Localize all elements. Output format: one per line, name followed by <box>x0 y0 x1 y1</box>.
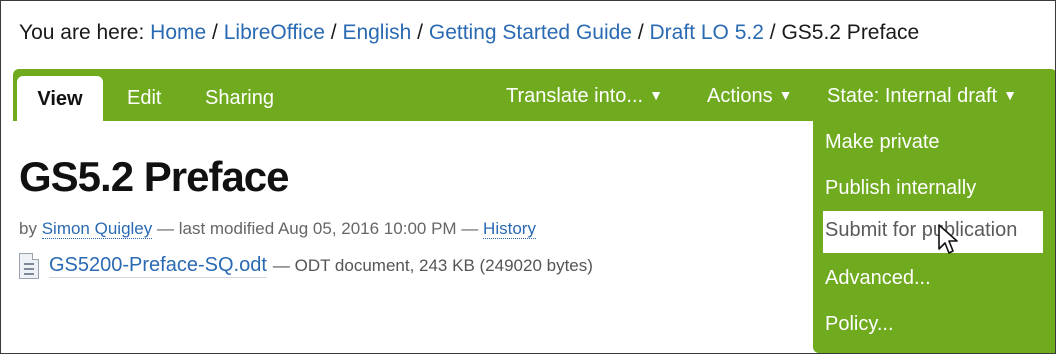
last-modified-text: — last modified Aug 05, 2016 10:00 PM — <box>157 219 479 238</box>
actions-menu-label: Actions <box>707 85 773 107</box>
breadcrumb: You are here: Home / LibreOffice / Engli… <box>19 21 919 45</box>
byline-prefix: by <box>19 219 37 238</box>
breadcrumb-current: GS5.2 Preface <box>781 21 920 44</box>
menu-item-make-private[interactable]: Make private <box>825 131 940 154</box>
translate-menu-label: Translate into... <box>506 85 644 107</box>
state-dropdown: Make private Publish internally Submit f… <box>813 121 1055 353</box>
document-byline: by Simon Quigley — last modified Aug 05,… <box>19 219 536 239</box>
state-menu[interactable]: State: Internal draft ▼ <box>827 85 1017 108</box>
breadcrumb-separator: / <box>417 21 424 44</box>
file-info: — ODT document, 243 KB (249020 bytes) <box>272 256 593 275</box>
author-link[interactable]: Simon Quigley <box>41 219 153 239</box>
breadcrumb-separator: / <box>212 21 218 44</box>
state-menu-label: State: Internal draft <box>827 85 998 107</box>
menu-item-publish-internally[interactable]: Publish internally <box>825 177 976 200</box>
actions-menu[interactable]: Actions ▼ <box>707 85 792 108</box>
chevron-down-icon: ▼ <box>649 87 663 103</box>
page-title: GS5.2 Preface <box>19 153 290 200</box>
breadcrumb-home[interactable]: Home <box>150 21 206 44</box>
breadcrumb-libreoffice[interactable]: LibreOffice <box>224 21 325 44</box>
browser-frame: You are here: Home / LibreOffice / Engli… <box>0 0 1056 354</box>
breadcrumb-separator: / <box>637 21 644 44</box>
mouse-pointer-icon <box>938 224 958 254</box>
breadcrumb-english[interactable]: English <box>342 21 411 44</box>
chevron-down-icon: ▼ <box>778 87 793 103</box>
menu-item-submit-for-publication[interactable]: Submit for publication <box>823 211 1043 253</box>
document-icon <box>19 253 39 279</box>
tab-sharing[interactable]: Sharing <box>205 87 274 110</box>
history-link[interactable]: History <box>483 219 536 239</box>
menu-item-advanced[interactable]: Advanced... <box>825 267 931 290</box>
breadcrumb-separator: / <box>330 21 337 44</box>
file-attachment: GS5200-Preface-SQ.odt — ODT document, 24… <box>19 253 593 279</box>
breadcrumb-separator: / <box>769 21 776 44</box>
breadcrumb-draft-lo[interactable]: Draft LO 5.2 <box>650 21 764 44</box>
translate-menu[interactable]: Translate into... ▼ <box>506 85 663 108</box>
chevron-down-icon: ▼ <box>1003 87 1017 103</box>
breadcrumb-prefix: You are here: <box>19 21 145 44</box>
tab-edit[interactable]: Edit <box>127 87 161 110</box>
file-download-link[interactable]: GS5200-Preface-SQ.odt <box>49 254 267 278</box>
tab-view[interactable]: View <box>17 76 103 122</box>
breadcrumb-getting-started-guide[interactable]: Getting Started Guide <box>429 21 632 44</box>
menu-item-policy[interactable]: Policy... <box>825 313 894 336</box>
menu-item-label: Submit for publication <box>825 219 1018 241</box>
